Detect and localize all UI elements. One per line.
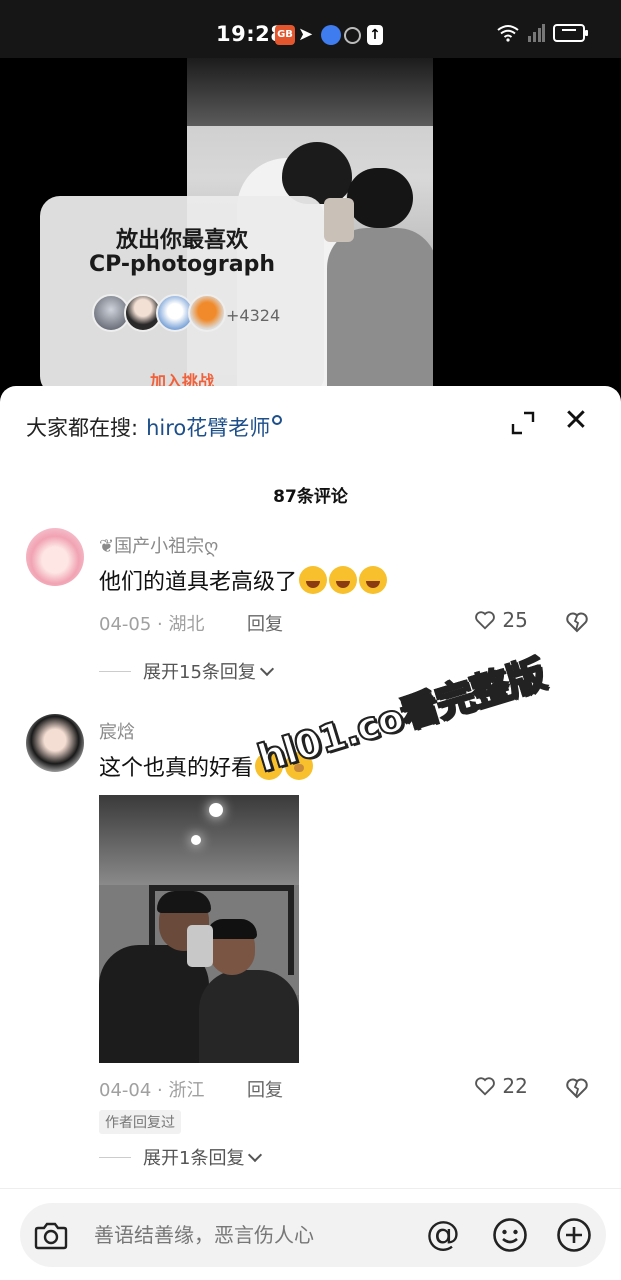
search-icon	[272, 415, 283, 425]
hotspot-icon	[344, 27, 361, 44]
expand-replies-button[interactable]: 展开1条回复	[99, 1144, 263, 1170]
comment-text: 他们的道具老高级了	[99, 564, 388, 596]
comment-image[interactable]	[99, 795, 299, 1063]
like-count: 22	[502, 1074, 528, 1098]
comment-input-bar: @	[0, 1188, 621, 1280]
comment-meta: 04-05 · 湖北	[99, 614, 205, 635]
screen: 19:28 GB ➤ ↑ 放出你最喜欢 CP-photograph +4324 …	[0, 0, 621, 1280]
avatar[interactable]	[26, 528, 84, 586]
heart-icon	[475, 1077, 495, 1096]
heart-icon	[475, 611, 495, 630]
expand-replies-label: 展开1条回复	[143, 1148, 245, 1169]
avatar[interactable]	[26, 714, 84, 772]
participant-count: +4324	[226, 306, 281, 325]
challenge-subtitle: CP-photograph	[88, 252, 276, 277]
challenge-card[interactable]: 放出你最喜欢 CP-photograph +4324 加入挑战	[40, 196, 324, 396]
comment-username[interactable]: ❦国产小祖宗ღ	[99, 532, 218, 558]
trending-search-keyword[interactable]: hiro花臂老师	[146, 416, 270, 440]
battery-icon	[553, 24, 588, 42]
expand-replies-button[interactable]: 展开15条回复	[99, 658, 274, 684]
comment-text-body: 这个也真的好看	[99, 756, 254, 781]
status-bar: 19:28 GB ➤ ↑	[0, 0, 621, 58]
signal-icon	[528, 24, 545, 42]
reply-button[interactable]: 回复	[247, 610, 283, 636]
app-notification-icon: GB	[275, 25, 295, 45]
comment-username[interactable]: 宸焓	[99, 718, 135, 744]
emoji-icon[interactable]	[492, 1217, 528, 1253]
trending-search-prefix: 大家都在搜:	[26, 416, 139, 440]
comments-sheet: 大家都在搜: hiro花臂老师 ✕ 87条评论 ❦国产小祖宗ღ 他们的道具老高级了…	[0, 386, 621, 1280]
comment-meta: 04-04 · 浙江	[99, 1080, 205, 1101]
plus-icon[interactable]	[556, 1217, 592, 1253]
broken-heart-icon[interactable]	[565, 610, 589, 634]
laughing-emoji-icon	[299, 566, 328, 594]
chevron-down-icon	[248, 1147, 263, 1163]
broken-heart-icon[interactable]	[565, 1076, 589, 1100]
avatar	[188, 294, 226, 332]
challenge-title: 放出你最喜欢	[115, 228, 248, 253]
status-right	[497, 24, 588, 42]
comment-text-body: 他们的道具老高级了	[99, 570, 298, 595]
wifi-icon	[497, 25, 519, 42]
chevron-down-icon	[259, 661, 274, 677]
like-count: 25	[502, 608, 528, 632]
trending-search[interactable]: 大家都在搜: hiro花臂老师	[26, 412, 283, 442]
laughing-emoji-icon	[359, 566, 388, 594]
like-button[interactable]: 22	[474, 1074, 528, 1098]
comment-count: 87条评论	[273, 487, 348, 507]
expand-icon[interactable]	[510, 410, 536, 436]
mention-button[interactable]: @	[426, 1215, 460, 1253]
laughing-emoji-icon	[329, 566, 358, 594]
comment-input[interactable]	[94, 1221, 394, 1249]
camera-icon[interactable]	[34, 1219, 68, 1251]
telegram-icon: ➤	[298, 24, 314, 45]
like-button[interactable]: 25	[474, 608, 528, 632]
participant-avatars	[92, 294, 226, 332]
browser-notification-icon	[321, 25, 341, 45]
author-replied-badge: 作者回复过	[99, 1110, 181, 1134]
reply-button[interactable]: 回复	[247, 1076, 283, 1102]
comment-input-box[interactable]: @	[20, 1203, 606, 1267]
close-icon[interactable]: ✕	[562, 406, 590, 436]
expand-replies-label: 展开15条回复	[143, 662, 256, 683]
upload-icon: ↑	[367, 25, 383, 45]
